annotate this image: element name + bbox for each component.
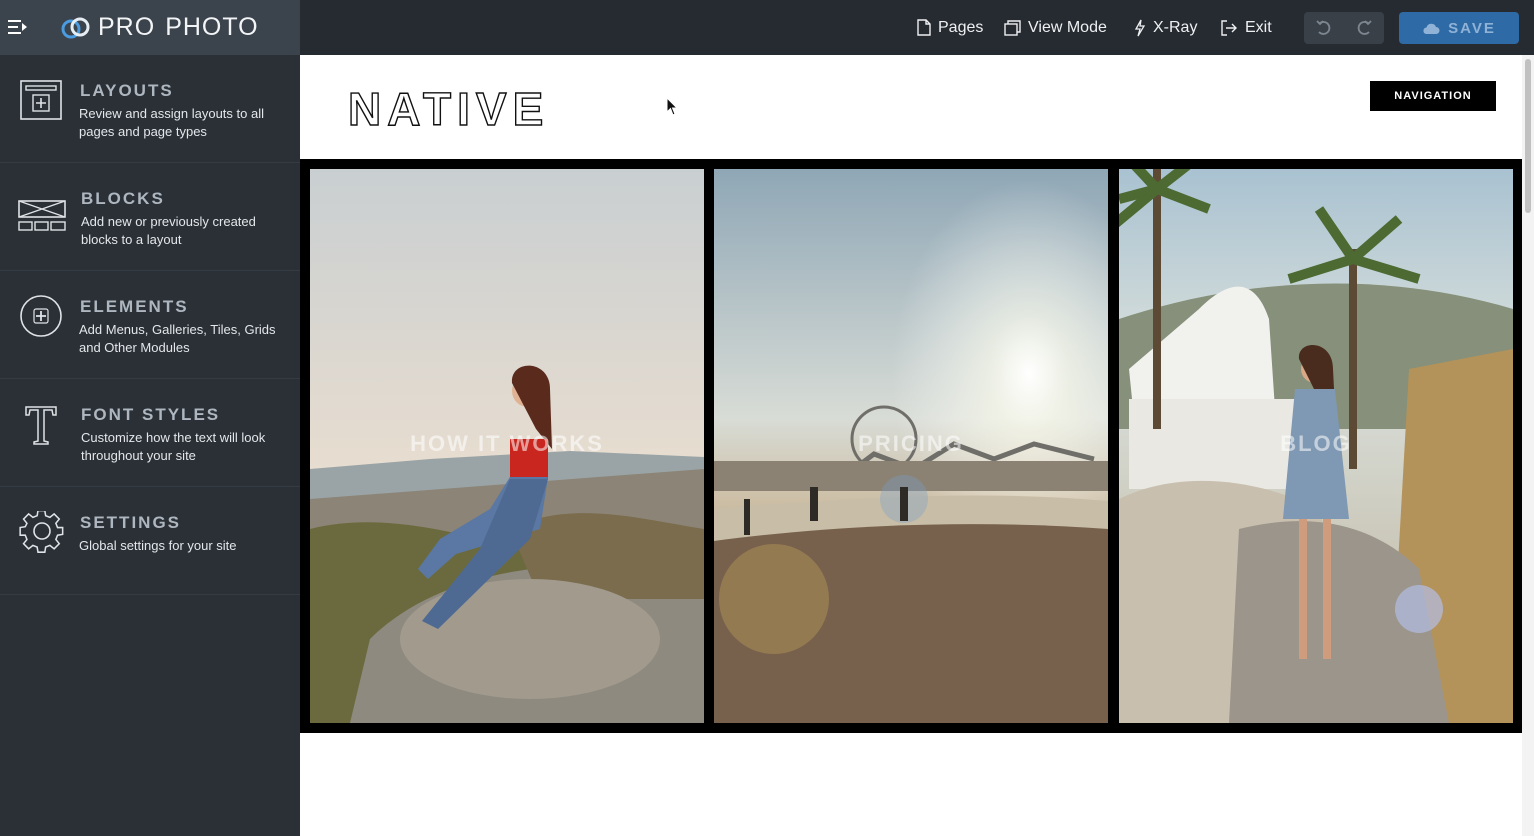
tile-label: PRICING bbox=[858, 431, 964, 456]
tile-gallery: HOW IT WORKS PRICING BLOG bbox=[300, 159, 1522, 733]
sidebar-item-blocks[interactable]: BLOCKS Add new or previously created blo… bbox=[0, 163, 300, 271]
xray-icon bbox=[1134, 19, 1146, 36]
scrollbar-thumb[interactable] bbox=[1525, 59, 1531, 213]
exit-icon bbox=[1221, 19, 1237, 36]
menu-toggle-icon[interactable] bbox=[8, 18, 28, 36]
xray-label: X-Ray bbox=[1153, 18, 1198, 36]
top-toolbar: Pages View Mode X-Ray Exit SAVE bbox=[300, 0, 1534, 55]
site-logo[interactable]: NATIVE bbox=[347, 82, 574, 135]
view-mode-button[interactable]: View Mode bbox=[1004, 0, 1107, 55]
sidebar-item-title: LAYOUTS bbox=[80, 81, 174, 100]
exit-button[interactable]: Exit bbox=[1220, 0, 1272, 55]
gallery-tile-how-it-works[interactable]: HOW IT WORKS bbox=[310, 169, 704, 723]
sidebar-item-description: Global settings for your site bbox=[79, 538, 237, 553]
sidebar-item-description: Customize how the text will look through… bbox=[81, 430, 266, 463]
gallery-tile-blog[interactable]: BLOG bbox=[1119, 169, 1513, 723]
sidebar: LAYOUTS Review and assign layouts to all… bbox=[0, 55, 300, 836]
sidebar-item-layouts[interactable]: LAYOUTS Review and assign layouts to all… bbox=[0, 55, 300, 163]
site-logo-text: NATIVE bbox=[348, 85, 549, 131]
view-mode-icon bbox=[1004, 19, 1021, 36]
site-preview-canvas[interactable]: NATIVE NAVIGATION HOW IT WORKS PRICING B… bbox=[300, 55, 1522, 836]
elements-plus-icon bbox=[18, 295, 66, 345]
pages-label: Pages bbox=[938, 18, 984, 36]
navigation-button[interactable]: NAVIGATION bbox=[1370, 81, 1496, 111]
view-mode-label: View Mode bbox=[1028, 18, 1107, 36]
history-controls bbox=[1304, 12, 1384, 44]
gear-icon bbox=[18, 509, 66, 561]
sidebar-item-elements[interactable]: ELEMENTS Add Menus, Galleries, Tiles, Gr… bbox=[0, 271, 300, 379]
sidebar-item-title: SETTINGS bbox=[80, 513, 182, 532]
save-label: SAVE bbox=[1448, 19, 1496, 37]
sidebar-item-title: FONT STYLES bbox=[81, 405, 221, 424]
undo-icon bbox=[1316, 20, 1331, 35]
sidebar-item-description: Add Menus, Galleries, Tiles, Grids and O… bbox=[79, 322, 276, 355]
brand-name: PRO PHOTO bbox=[98, 13, 259, 41]
blocks-icon bbox=[18, 187, 66, 237]
canvas-scrollbar[interactable] bbox=[1522, 55, 1534, 836]
redo-icon bbox=[1357, 20, 1372, 35]
sidebar-item-font-styles[interactable]: FONT STYLES Customize how the text will … bbox=[0, 379, 300, 487]
font-styles-icon bbox=[18, 403, 66, 453]
exit-label: Exit bbox=[1245, 18, 1272, 36]
sidebar-item-title: ELEMENTS bbox=[80, 297, 189, 316]
page-icon bbox=[917, 19, 931, 36]
xray-button[interactable]: X-Ray bbox=[1134, 0, 1197, 55]
sidebar-item-title: BLOCKS bbox=[81, 189, 165, 208]
pro-photo-logo-icon bbox=[60, 14, 92, 42]
tile-label: BLOG bbox=[1280, 431, 1352, 456]
brand-area: PRO PHOTO bbox=[0, 0, 300, 55]
undo-button[interactable] bbox=[1304, 12, 1344, 44]
sidebar-item-settings[interactable]: SETTINGS Global settings for your site bbox=[0, 487, 300, 595]
sidebar-item-description: Review and assign layouts to all pages a… bbox=[79, 106, 264, 139]
mouse-cursor-icon bbox=[666, 96, 679, 117]
cloud-save-icon bbox=[1423, 23, 1440, 34]
gallery-tile-pricing[interactable]: PRICING bbox=[714, 169, 1108, 723]
layouts-icon bbox=[18, 79, 66, 129]
tile-label: HOW IT WORKS bbox=[410, 431, 604, 456]
save-button[interactable]: SAVE bbox=[1399, 12, 1519, 44]
pages-button[interactable]: Pages bbox=[917, 0, 983, 55]
redo-button[interactable] bbox=[1344, 12, 1384, 44]
sidebar-item-description: Add new or previously created blocks to … bbox=[81, 214, 256, 247]
